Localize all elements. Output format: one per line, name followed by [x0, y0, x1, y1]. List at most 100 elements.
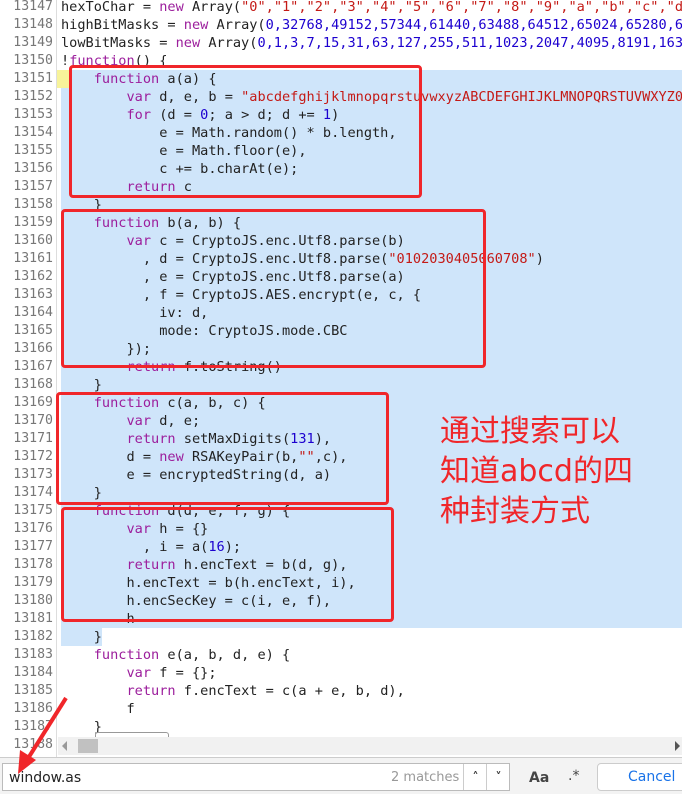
- match-count: 2 matches: [391, 770, 460, 785]
- code-token: }: [61, 629, 102, 645]
- regex-button[interactable]: .*: [568, 768, 579, 784]
- line-number[interactable]: 13157: [0, 178, 53, 196]
- line-number[interactable]: 13160: [0, 232, 53, 250]
- line-number[interactable]: 13149: [0, 34, 53, 52]
- code-text: var f = {};: [61, 664, 217, 682]
- code-line: 13182 }: [0, 628, 682, 646]
- line-number[interactable]: 13171: [0, 430, 53, 448]
- line-number[interactable]: 13177: [0, 538, 53, 556]
- search-field: 2 matches ˄ ˅: [2, 763, 510, 791]
- line-number[interactable]: 13165: [0, 322, 53, 340]
- code-editor[interactable]: 13147 hexToChar = new Array("0","1","2","…: [0, 0, 682, 757]
- line-number[interactable]: 13179: [0, 574, 53, 592]
- code-token: function: [93, 647, 160, 663]
- code-text: return f.encText = c(a + e, b, d),: [61, 682, 405, 700]
- line-number[interactable]: 13180: [0, 592, 53, 610]
- code-text: lowBitMasks = new Array(0,1,3,7,15,31,63…: [61, 34, 682, 52]
- line-number[interactable]: 13164: [0, 304, 53, 322]
- line-number[interactable]: 13175: [0, 502, 53, 520]
- cancel-button[interactable]: Cancel: [597, 763, 682, 791]
- previous-match-button[interactable]: ˄: [463, 764, 487, 790]
- code-token: var: [126, 665, 152, 681]
- next-match-button[interactable]: ˅: [486, 764, 510, 790]
- line-number[interactable]: 13147: [0, 0, 53, 16]
- code-line: 13186 f: [0, 700, 682, 718]
- code-line: 13183 function e(a, b, d, e) {: [0, 646, 682, 664]
- line-number[interactable]: 13148: [0, 16, 53, 34]
- line-number[interactable]: 13167: [0, 358, 53, 376]
- line-number[interactable]: 13168: [0, 376, 53, 394]
- line-number[interactable]: 13182: [0, 628, 53, 646]
- code-text: function e(a, b, d, e) {: [61, 646, 290, 664]
- line-number[interactable]: 13187: [0, 718, 53, 736]
- code-text: highBitMasks = new Array(0,32768,49152,5…: [61, 16, 682, 34]
- annotation-box-function-b: [61, 209, 486, 368]
- annotation-box-function-c: [56, 392, 389, 505]
- code-token: Array(: [183, 0, 242, 15]
- code-token: ): [535, 251, 544, 267]
- annotation-box-function-d: [61, 507, 394, 622]
- annotation-line: 知道abcd的四: [440, 454, 633, 489]
- line-number[interactable]: 13176: [0, 520, 53, 538]
- code-line: 13185 return f.encText = c(a + e, b, d),: [0, 682, 682, 700]
- line-number[interactable]: 13153: [0, 106, 53, 124]
- line-number[interactable]: 13161: [0, 250, 53, 268]
- line-number[interactable]: 13162: [0, 268, 53, 286]
- line-number[interactable]: 13178: [0, 556, 53, 574]
- line-number[interactable]: 13166: [0, 340, 53, 358]
- scrollbar-thumb[interactable]: [78, 739, 98, 753]
- code-token: highBitMasks =: [61, 17, 184, 33]
- code-text: }: [61, 628, 102, 646]
- line-number[interactable]: 13155: [0, 142, 53, 160]
- search-bar: 2 matches ˄ ˅ Aa .* Cancel: [0, 757, 682, 794]
- line-number[interactable]: 13151: [0, 70, 53, 88]
- chevron-down-icon: ˅: [495, 770, 502, 784]
- code-token: return: [126, 683, 176, 699]
- line-number[interactable]: 13183: [0, 646, 53, 664]
- horizontal-scrollbar[interactable]: [58, 737, 682, 755]
- gutter-divider: [56, 0, 57, 757]
- code-text: f: [61, 700, 134, 718]
- line-number[interactable]: 13169: [0, 394, 53, 412]
- chevron-up-icon: ˄: [472, 770, 479, 784]
- annotation-box-function-a: [69, 65, 422, 198]
- line-number[interactable]: 13170: [0, 412, 53, 430]
- line-number[interactable]: 13188: [0, 736, 53, 754]
- code-token: 0,32768,49152,57344,61440,63488,64512,65…: [265, 17, 682, 33]
- line-number[interactable]: 13173: [0, 466, 53, 484]
- scroll-right-icon[interactable]: [675, 741, 680, 751]
- line-number[interactable]: 13156: [0, 160, 53, 178]
- code-token: "0","1","2","3","4","5","6","7","8","9",…: [241, 0, 682, 15]
- code-line: 13148 highBitMasks = new Array(0,32768,49…: [0, 16, 682, 34]
- scroll-left-icon[interactable]: [62, 741, 67, 751]
- line-number[interactable]: 13184: [0, 664, 53, 682]
- line-number[interactable]: 13154: [0, 124, 53, 142]
- code-token: 0,1,3,7,15,31,63,127,255,511,1023,2047,4…: [257, 35, 682, 51]
- code-token: Array(: [200, 35, 258, 51]
- line-number[interactable]: 13186: [0, 700, 53, 718]
- code-text: hexToChar = new Array("0","1","2","3","4…: [61, 0, 682, 16]
- line-number[interactable]: 13159: [0, 214, 53, 232]
- code-token: new: [183, 17, 209, 33]
- code-token: f.encText = c(a + e, b, d),: [175, 683, 405, 699]
- line-number[interactable]: 13152: [0, 88, 53, 106]
- line-number[interactable]: 13181: [0, 610, 53, 628]
- line-number[interactable]: 13174: [0, 484, 53, 502]
- annotation-note: 通过搜索可以 知道abcd的四 种封装方式: [440, 412, 633, 532]
- code-token: Array(: [208, 17, 266, 33]
- annotation-line: 种封装方式: [440, 494, 590, 529]
- code-token: new: [175, 35, 201, 51]
- code-token: lowBitMasks =: [61, 35, 176, 51]
- line-number[interactable]: 13163: [0, 286, 53, 304]
- line-number[interactable]: 13172: [0, 448, 53, 466]
- code-token: }: [61, 377, 102, 393]
- line-number[interactable]: 13185: [0, 682, 53, 700]
- match-case-button[interactable]: Aa: [529, 770, 549, 786]
- line-number[interactable]: 13150: [0, 52, 53, 70]
- code-token: f = {};: [151, 665, 217, 681]
- search-input[interactable]: [7, 767, 381, 789]
- line-number[interactable]: 13158: [0, 196, 53, 214]
